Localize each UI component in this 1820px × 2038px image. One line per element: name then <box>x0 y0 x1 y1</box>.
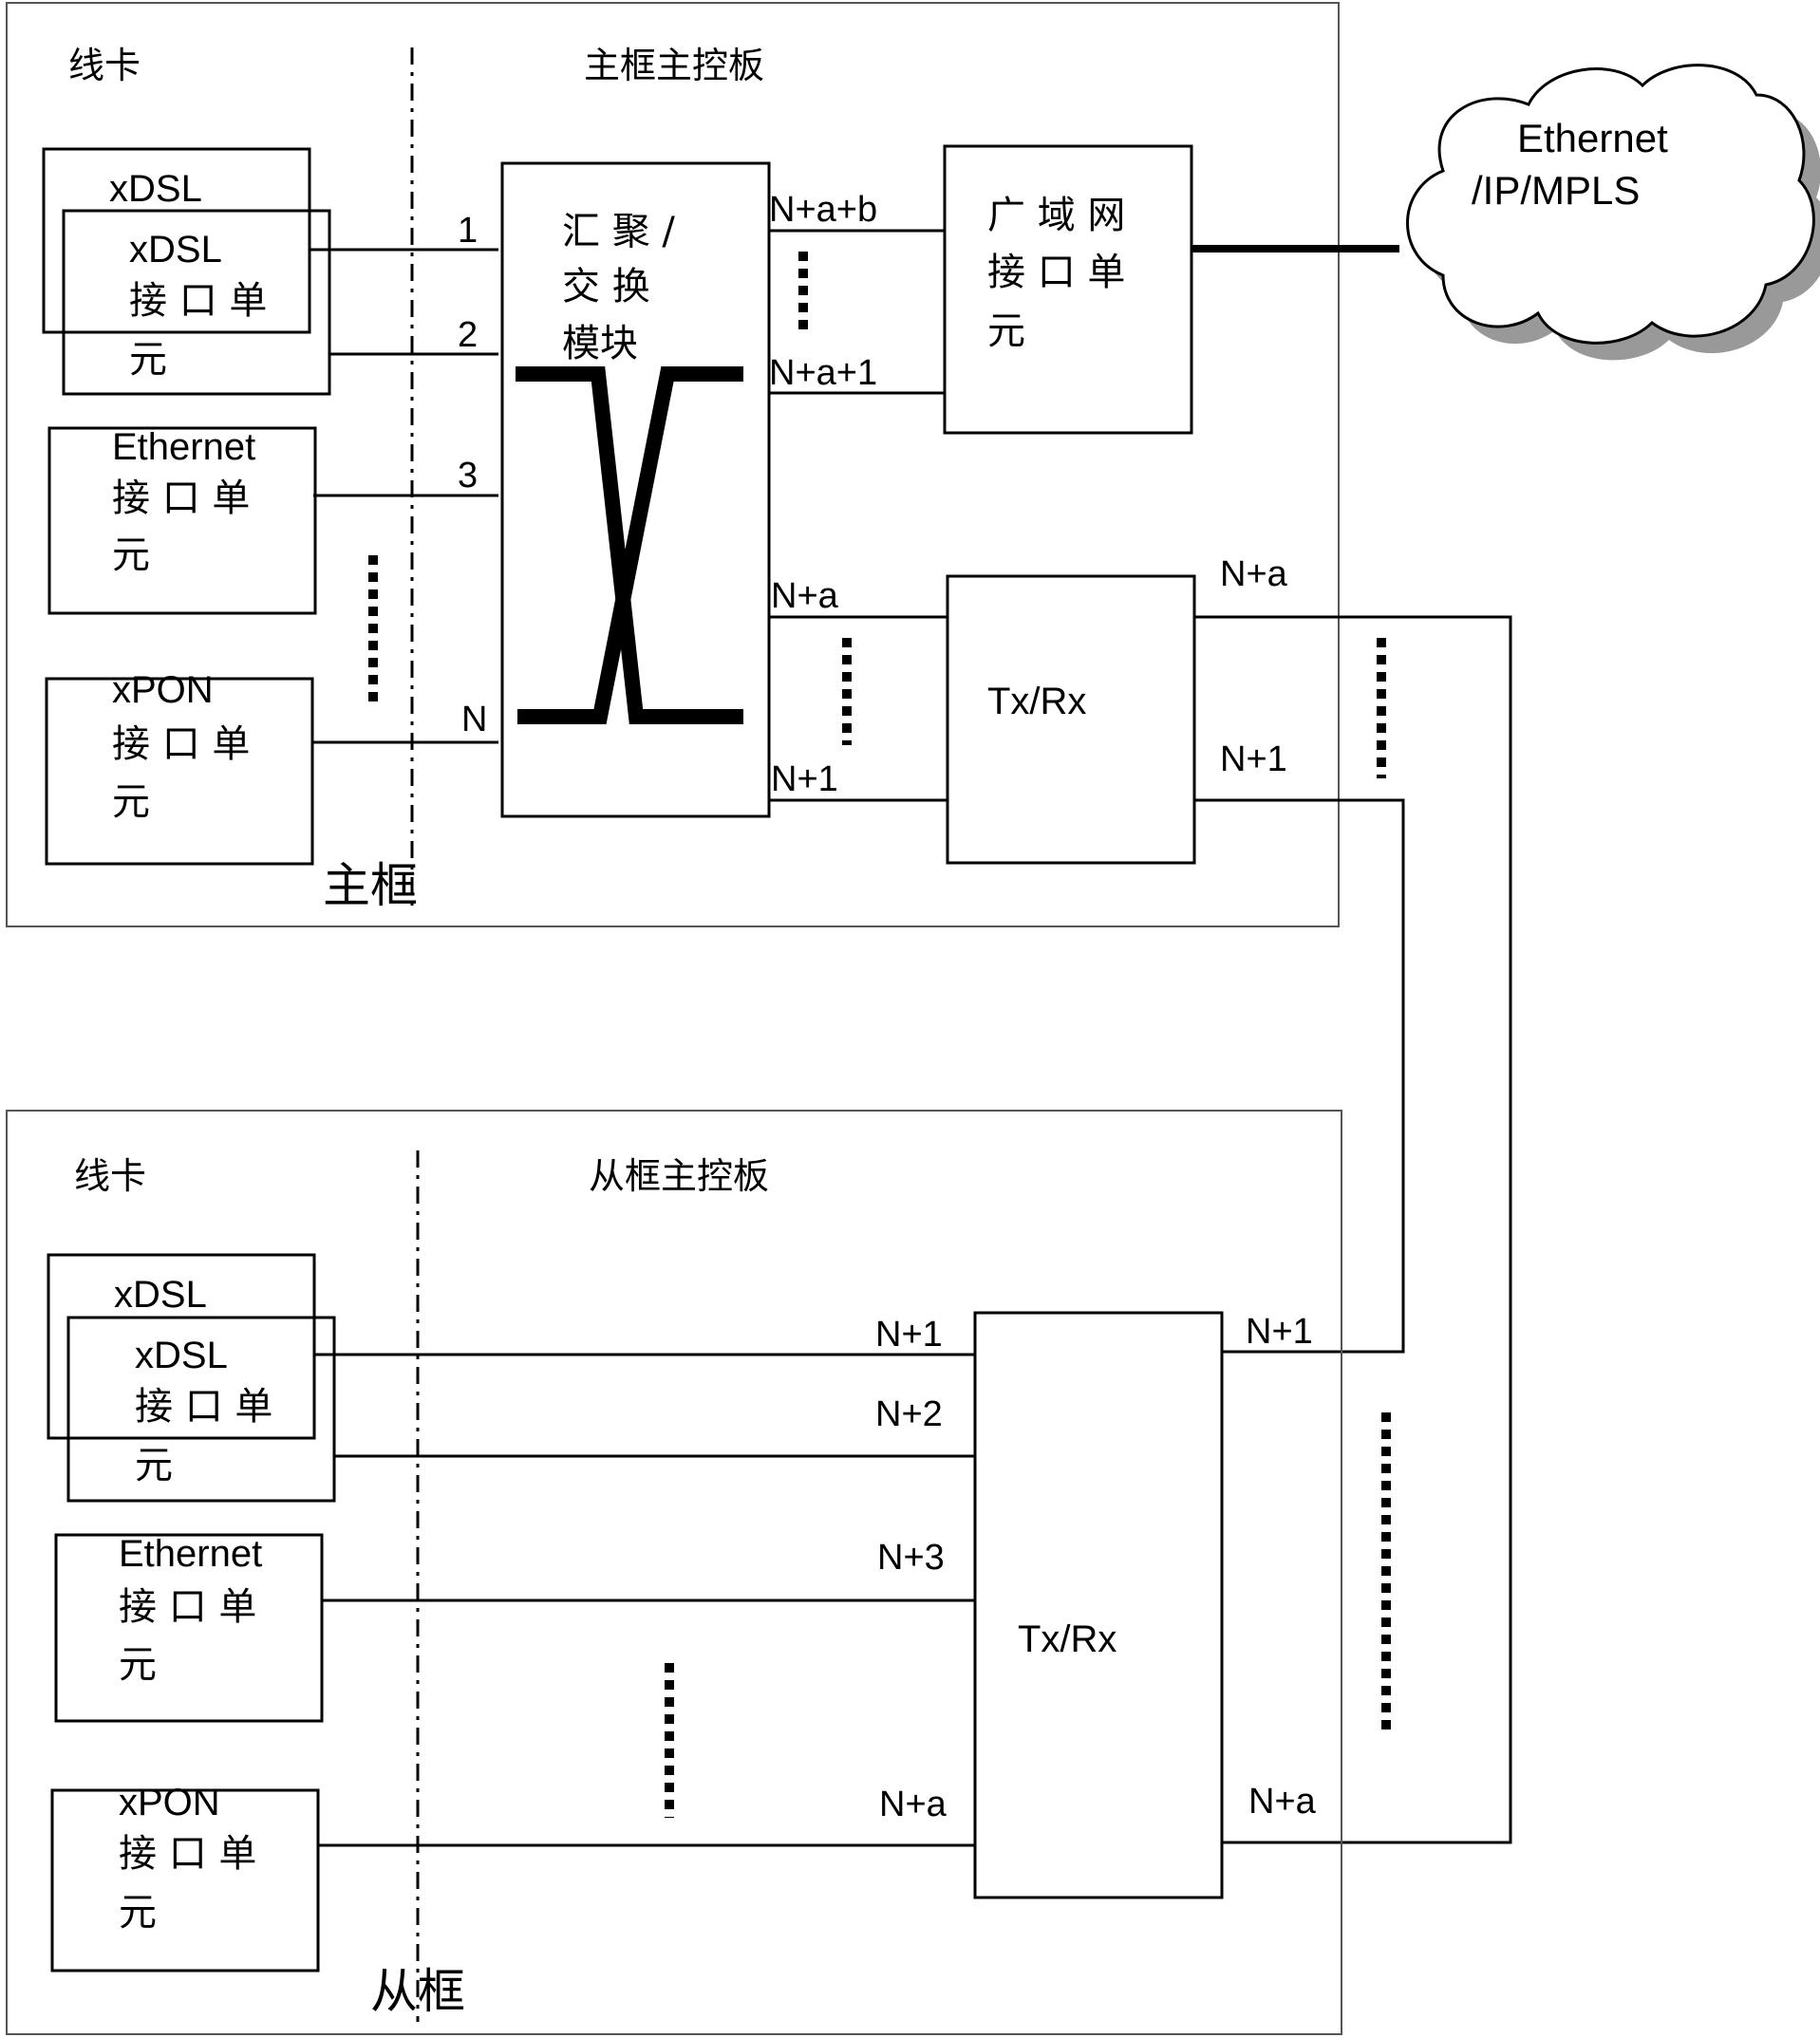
svg-text:元: 元 <box>119 1891 157 1935</box>
svg-text:Ethernet: Ethernet <box>119 1533 262 1575</box>
slave-frame-label: 从框 <box>370 1964 465 2019</box>
svg-text:Tx/Rx: Tx/Rx <box>1018 1618 1116 1660</box>
svg-text:接 口 单: 接 口 单 <box>129 279 267 323</box>
slave-in-port-n3: N+3 <box>877 1538 945 1578</box>
main-frame-label: 主框 <box>323 858 418 913</box>
svg-text:xDSL: xDSL <box>135 1335 228 1376</box>
wan-port-bottom: N+a+1 <box>769 353 877 393</box>
svg-text:汇 聚 /: 汇 聚 / <box>562 210 675 253</box>
svg-text:Ethernet: Ethernet <box>112 426 255 468</box>
wan-port-top: N+a+b <box>769 190 877 230</box>
svg-text:元: 元 <box>112 780 150 824</box>
main-xpon-card: xPON 接 口 单 元 <box>45 669 314 866</box>
svg-text:接 口 单: 接 口 单 <box>135 1385 272 1429</box>
network-diagram: 线卡 主框主控板 主框 xDSL xDSL 接 口 单 元 Ethernet 接… <box>6 2 1820 2035</box>
slave-in-port-n1: N+1 <box>875 1315 943 1355</box>
port-n: N <box>461 700 487 739</box>
svg-text:Ethernet: Ethernet <box>1517 116 1668 160</box>
txrx-out-port-na: N+a <box>1220 554 1288 594</box>
svg-text:xPON: xPON <box>119 1782 220 1823</box>
slave-in-port-na: N+a <box>879 1785 948 1824</box>
svg-text:接 口 单: 接 口 单 <box>987 251 1125 294</box>
slave-out-port-na: N+a <box>1248 1782 1317 1822</box>
svg-text:接 口 单: 接 口 单 <box>119 1832 256 1876</box>
slave-xpon-card: xPON 接 口 单 元 <box>50 1782 320 1973</box>
port-3: 3 <box>458 456 478 495</box>
svg-text:Tx/Rx: Tx/Rx <box>987 681 1086 722</box>
svg-text:接 口 单: 接 口 单 <box>112 477 250 520</box>
svg-text:元: 元 <box>129 338 167 382</box>
port-2: 2 <box>458 315 478 355</box>
svg-text:xPON: xPON <box>112 669 214 711</box>
slave-control-board-header: 从框主控板 <box>589 1155 769 1197</box>
link-n-plus-1 <box>1194 798 1405 1354</box>
txrx-in-port-n1: N+1 <box>771 759 838 799</box>
svg-text:交 换: 交 换 <box>562 265 650 309</box>
main-xdsl-card: xDSL xDSL 接 口 单 元 <box>42 147 331 396</box>
svg-text:接 口 单: 接 口 单 <box>119 1585 256 1629</box>
txrx-in-port-na: N+a <box>771 576 839 616</box>
wan-interface-unit: 广 域 网 接 口 单 元 <box>943 144 1193 435</box>
main-control-board-header: 主框主控板 <box>584 45 764 86</box>
main-ethernet-card: Ethernet 接 口 单 元 <box>47 426 317 615</box>
svg-text:xDSL: xDSL <box>129 229 222 271</box>
svg-text:元: 元 <box>135 1444 173 1487</box>
slave-txrx: Tx/Rx <box>973 1311 1224 1899</box>
ethernet-ip-mpls-cloud: Ethernet /IP/MPLS <box>1406 64 1820 361</box>
svg-text:xDSL: xDSL <box>109 168 202 210</box>
main-txrx: Tx/Rx <box>946 574 1196 865</box>
svg-text:模块: 模块 <box>562 322 638 365</box>
svg-text:广 域 网: 广 域 网 <box>987 194 1125 237</box>
main-line-card-header: 线卡 <box>68 45 141 86</box>
svg-text:接 口 单: 接 口 单 <box>112 722 250 766</box>
slave-out-port-n1: N+1 <box>1246 1312 1313 1352</box>
svg-text:元: 元 <box>119 1643 157 1687</box>
slave-in-port-n2: N+2 <box>875 1394 943 1434</box>
port-1: 1 <box>458 211 478 251</box>
slave-xdsl-card: xDSL xDSL 接 口 单 元 <box>47 1253 336 1503</box>
svg-text:元: 元 <box>987 309 1025 353</box>
txrx-out-port-n1: N+1 <box>1220 739 1287 779</box>
switch-module: 汇 聚 / 交 换 模块 <box>500 161 771 818</box>
svg-text:xDSL: xDSL <box>114 1274 207 1316</box>
svg-text:/IP/MPLS: /IP/MPLS <box>1472 168 1640 213</box>
svg-text:元: 元 <box>112 533 150 577</box>
slave-line-card-header: 线卡 <box>74 1155 146 1197</box>
slave-ethernet-card: Ethernet 接 口 单 元 <box>54 1533 324 1723</box>
